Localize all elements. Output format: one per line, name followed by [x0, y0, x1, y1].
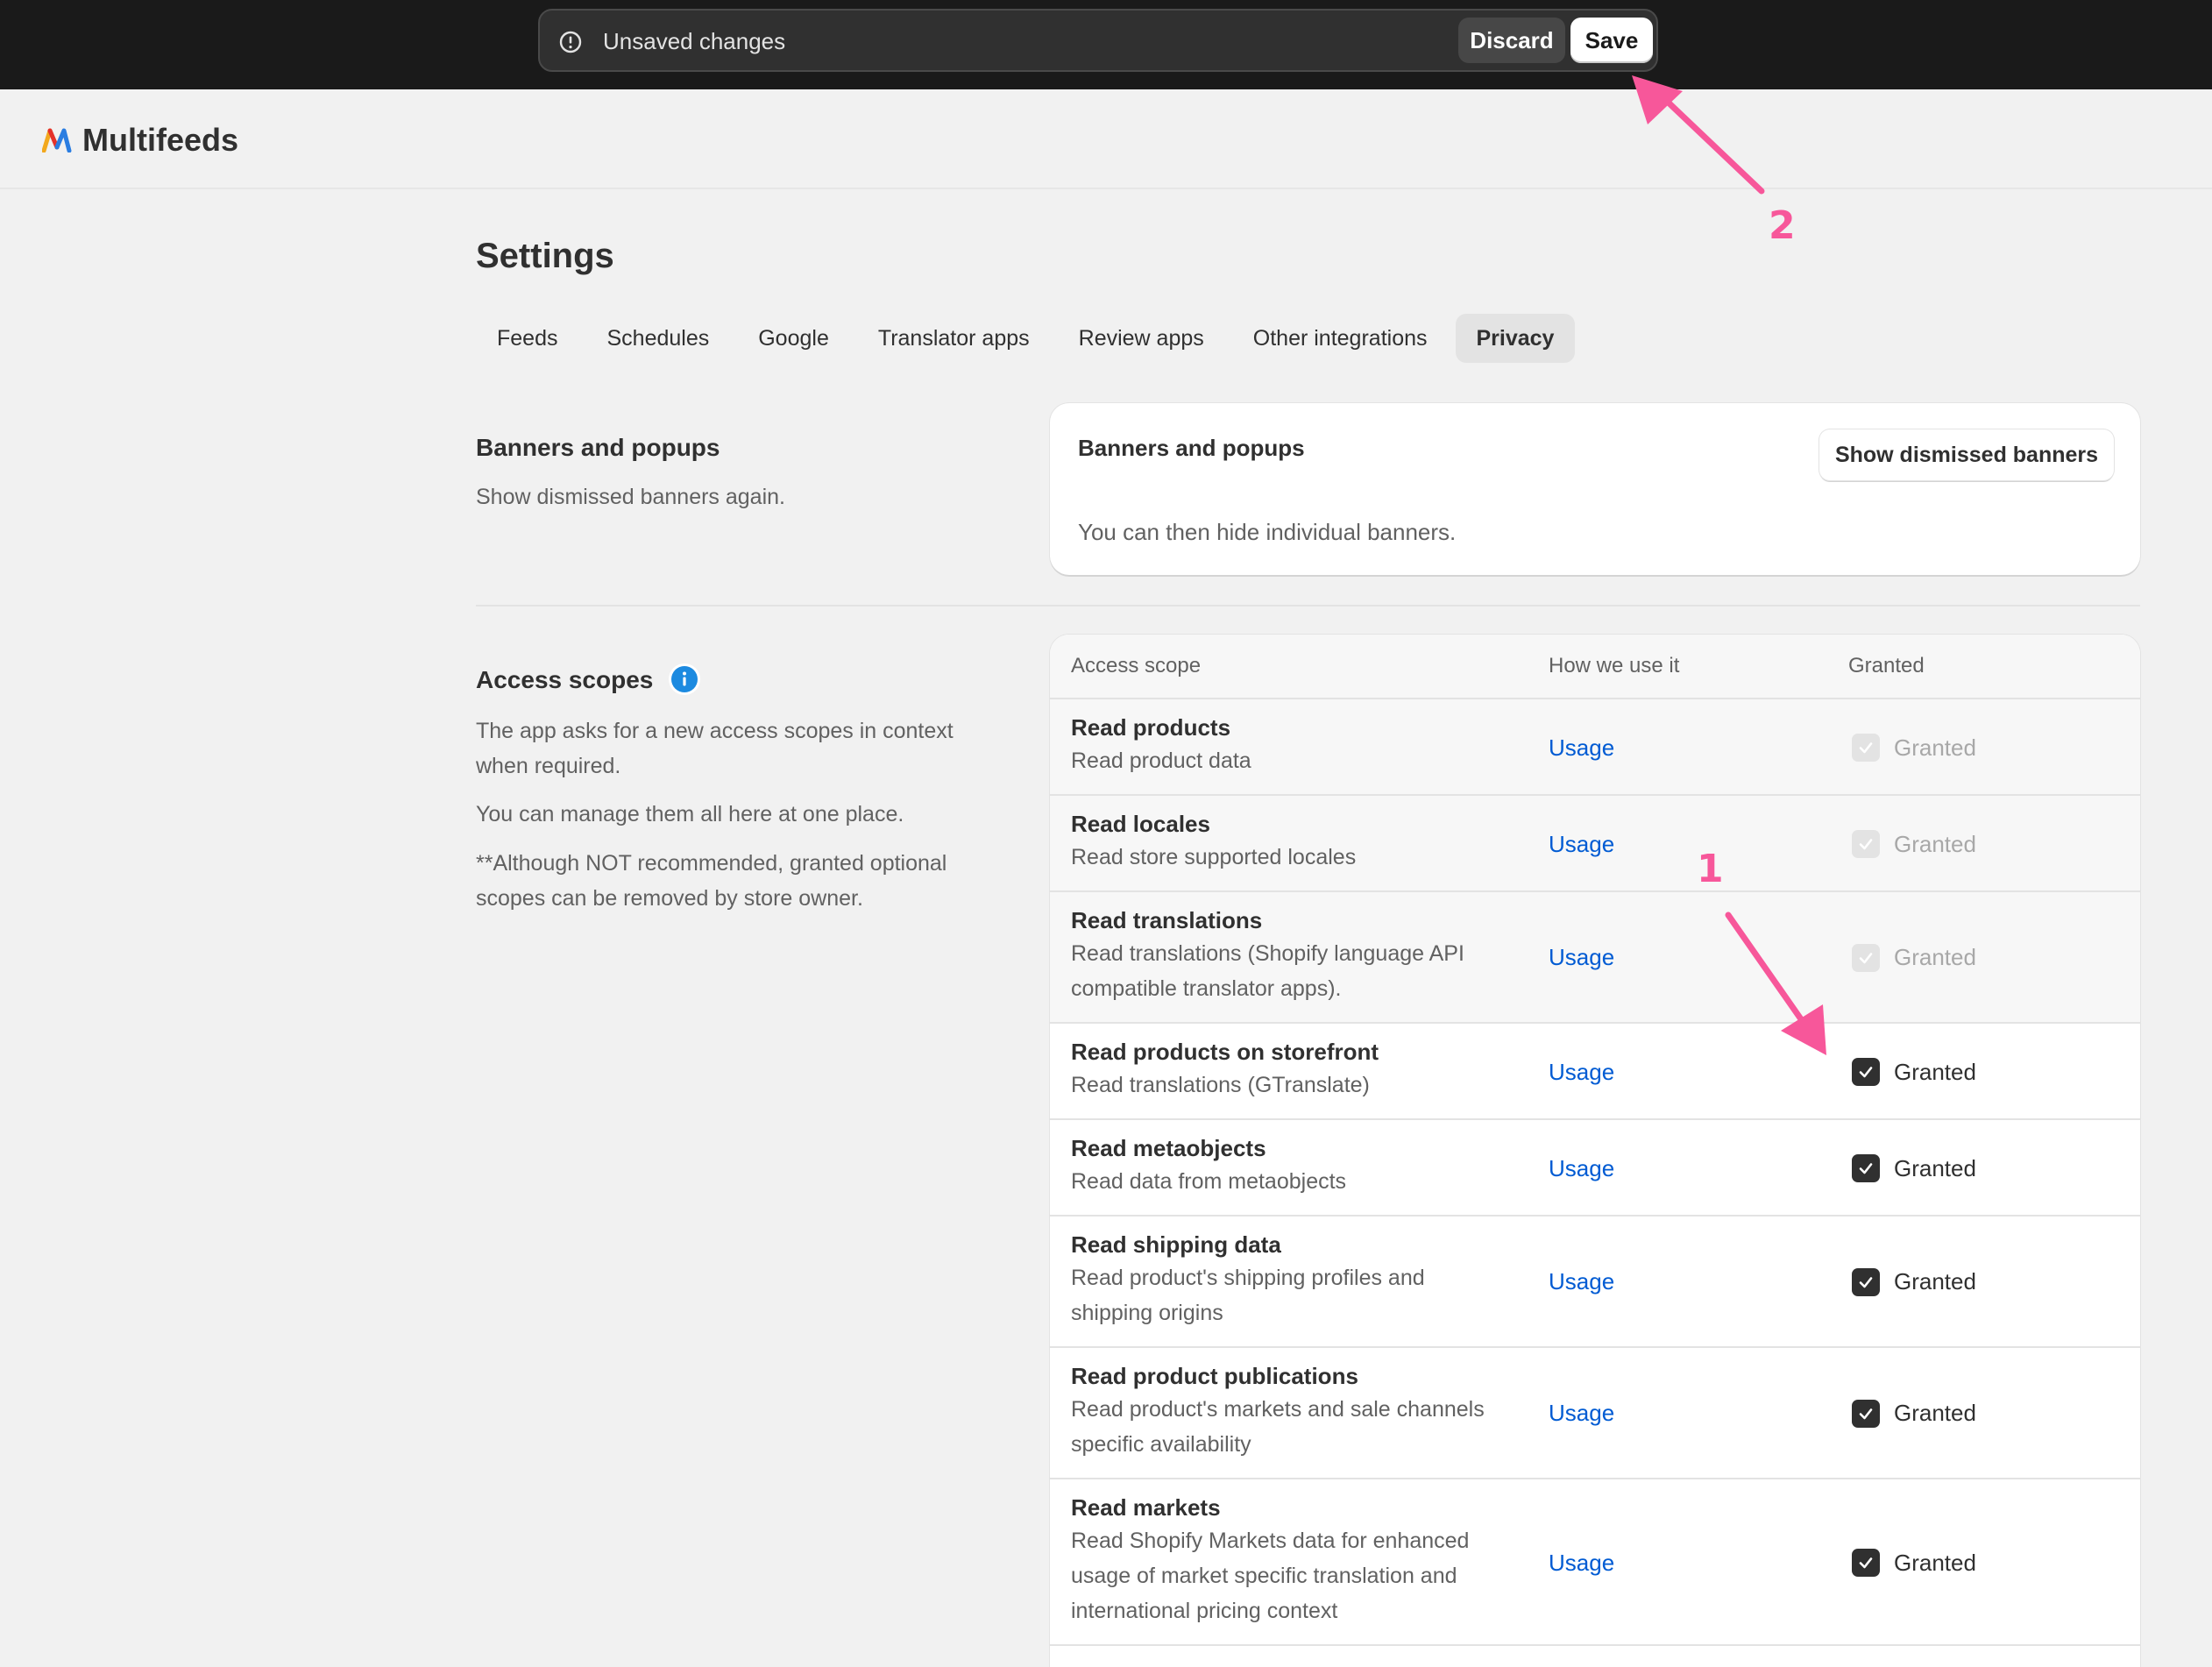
- granted-label: Granted: [1894, 734, 1976, 761]
- checkmark-icon: [1859, 839, 1873, 850]
- table-row: Read locales Read store supported locale…: [1050, 796, 2140, 892]
- checkmark-icon: [1859, 742, 1873, 754]
- granted-label[interactable]: Granted: [1894, 1550, 1976, 1577]
- save-bar-container: Unsaved changes Discard Save: [538, 9, 1658, 72]
- usage-link[interactable]: Usage: [1549, 1059, 1614, 1086]
- granted-label: Granted: [1894, 944, 1976, 970]
- banners-section-title: Banners and popups: [476, 434, 720, 461]
- section-divider: [476, 605, 2140, 607]
- banners-section-description: Show dismissed banners again.: [476, 485, 785, 509]
- multifeeds-logo-icon: [42, 128, 72, 153]
- granted-label[interactable]: Granted: [1894, 1155, 1976, 1182]
- banners-card: Banners and popups Show dismissed banner…: [1050, 403, 2140, 575]
- scope-description: Read Shopify Markets data for enhanced u…: [1071, 1529, 1470, 1623]
- app-name: Multifeeds: [82, 122, 239, 158]
- table-row: Read products Read product data Usage Gr…: [1050, 699, 2140, 796]
- column-header-how-we-use-it: How we use it: [1549, 654, 1680, 677]
- usage-link[interactable]: Usage: [1549, 734, 1614, 762]
- scope-name: Read translations: [1071, 907, 1263, 933]
- usage-link[interactable]: Usage: [1549, 1155, 1614, 1182]
- granted-checkbox[interactable]: [1852, 1400, 1880, 1428]
- table-row: Read translations Read translations (Sho…: [1050, 892, 2140, 1024]
- checkmark-icon: [1859, 1277, 1873, 1288]
- usage-link[interactable]: Usage: [1549, 831, 1614, 858]
- discard-button[interactable]: Discard: [1458, 18, 1565, 63]
- contextual-save-bar: Unsaved changes Discard Save: [0, 0, 2212, 89]
- banners-card-title: Banners and popups: [1078, 435, 1305, 461]
- table-row: Read product publications Read product's…: [1050, 1348, 2140, 1479]
- granted-checkbox: [1852, 830, 1880, 858]
- access-scopes-text-1: The app asks for a new access scopes in …: [476, 719, 954, 778]
- usage-link[interactable]: Usage: [1549, 1400, 1614, 1427]
- scope-name: Read locales: [1071, 811, 1210, 837]
- usage-link[interactable]: Usage: [1549, 1550, 1614, 1577]
- granted-checkbox[interactable]: [1852, 1058, 1880, 1086]
- tab-google[interactable]: Google: [737, 314, 850, 363]
- info-icon[interactable]: [668, 663, 701, 696]
- scope-description: Read product's shipping profiles and shi…: [1071, 1266, 1425, 1325]
- checkmark-icon: [1859, 1067, 1873, 1078]
- table-header: Access scope How we use it Granted: [1050, 635, 2140, 699]
- access-scopes-table: Access scope How we use it Granted Read …: [1050, 635, 2140, 1667]
- granted-checkbox[interactable]: [1852, 1268, 1880, 1296]
- table-row: Read shipping data Read product's shippi…: [1050, 1217, 2140, 1348]
- access-scopes-text-3: **Although NOT recommended, granted opti…: [476, 851, 947, 911]
- save-button[interactable]: Save: [1570, 18, 1653, 63]
- usage-link[interactable]: Usage: [1549, 944, 1614, 971]
- settings-tabs: Feeds Schedules Google Translator apps R…: [476, 314, 1582, 363]
- column-header-granted: Granted: [1848, 654, 1925, 677]
- annotation-label-1: 1: [1697, 847, 1724, 891]
- annotation-label-2: 2: [1769, 203, 1796, 248]
- table-row: Read markets Read Shopify Markets data f…: [1050, 1479, 2140, 1646]
- granted-label[interactable]: Granted: [1894, 1400, 1976, 1427]
- tab-translator-apps[interactable]: Translator apps: [857, 314, 1051, 363]
- granted-checkbox: [1852, 734, 1880, 762]
- scope-description: Read translations (GTranslate): [1071, 1073, 1370, 1097]
- tab-schedules[interactable]: Schedules: [585, 314, 730, 363]
- scope-name: Read products: [1071, 714, 1231, 741]
- scope-name: Read shipping data: [1071, 1231, 1281, 1258]
- show-dismissed-banners-button[interactable]: Show dismissed banners: [1819, 429, 2114, 480]
- scope-description: Read translations (Shopify language API …: [1071, 941, 1464, 1001]
- banners-card-text: You can then hide individual banners.: [1078, 519, 1457, 545]
- table-row: [1050, 1646, 2140, 1667]
- granted-label[interactable]: Granted: [1894, 1059, 1976, 1086]
- usage-link[interactable]: Usage: [1549, 1268, 1614, 1295]
- checkmark-icon: [1859, 1557, 1873, 1569]
- granted-label[interactable]: Granted: [1894, 1268, 1976, 1295]
- granted-checkbox[interactable]: [1852, 1549, 1880, 1577]
- scope-name: Read product publications: [1071, 1363, 1358, 1389]
- tab-privacy[interactable]: Privacy: [1455, 314, 1576, 363]
- granted-checkbox[interactable]: [1852, 1154, 1880, 1182]
- column-header-access-scope: Access scope: [1071, 654, 1202, 677]
- tab-other-integrations[interactable]: Other integrations: [1232, 314, 1449, 363]
- app-header: Multifeeds: [0, 89, 2212, 189]
- scope-description: Read product data: [1071, 748, 1251, 773]
- tab-review-apps[interactable]: Review apps: [1058, 314, 1225, 363]
- access-scopes-text-2: You can manage them all here at one plac…: [476, 802, 904, 826]
- scope-name: Read markets: [1071, 1494, 1221, 1521]
- tab-feeds[interactable]: Feeds: [476, 314, 578, 363]
- scope-description: Read data from metaobjects: [1071, 1169, 1347, 1194]
- scope-name: Read products on storefront: [1071, 1039, 1379, 1065]
- access-scopes-title: Access scopes: [476, 666, 654, 693]
- scope-description: Read store supported locales: [1071, 845, 1357, 869]
- page-title: Settings: [476, 237, 614, 275]
- granted-label: Granted: [1894, 831, 1976, 857]
- scope-description: Read product's markets and sale channels…: [1071, 1397, 1485, 1457]
- scope-name: Read metaobjects: [1071, 1135, 1266, 1161]
- checkmark-icon: [1859, 1408, 1873, 1420]
- unsaved-changes-message: Unsaved changes: [603, 28, 786, 54]
- page: Unsaved changes Discard Save Multifeeds …: [0, 0, 2212, 1667]
- checkmark-icon: [1859, 953, 1873, 964]
- table-row: Read products on storefront Read transla…: [1050, 1024, 2140, 1120]
- granted-checkbox: [1852, 944, 1880, 972]
- alert-circle-icon: [559, 31, 582, 53]
- checkmark-icon: [1859, 1163, 1873, 1174]
- table-row: Read metaobjects Read data from metaobje…: [1050, 1120, 2140, 1217]
